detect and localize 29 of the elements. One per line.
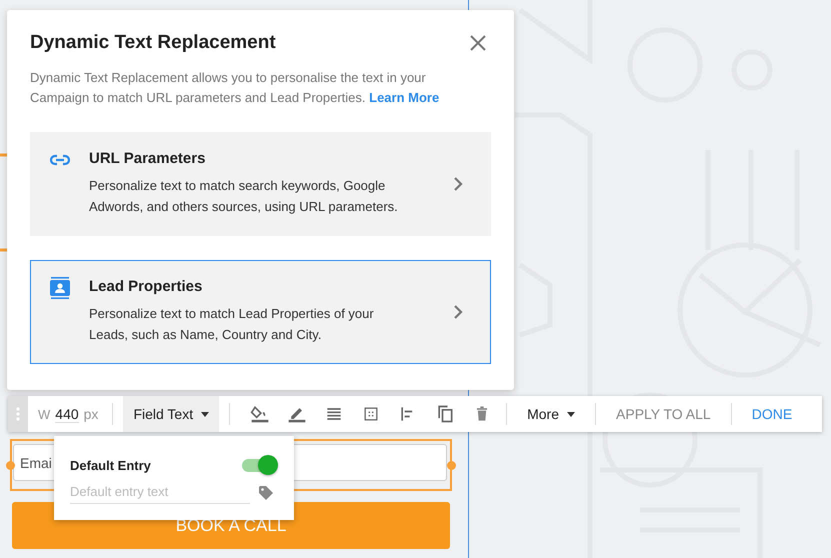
width-field[interactable]: 440 [55, 406, 79, 422]
option-card[interactable]: URL Parameters Personalize text to match search keywords, Google Adwords, and others sources, using URL parameters. [30, 132, 491, 236]
apply-to-all-button[interactable]: APPLY TO ALL [596, 406, 731, 422]
resize-handle[interactable] [447, 461, 456, 470]
caret-icon [201, 412, 210, 416]
paint-bucket-icon[interactable] [250, 404, 270, 424]
drag-handle[interactable] [8, 396, 28, 432]
unit-label: px [84, 406, 98, 422]
done-button[interactable]: DONE [732, 406, 812, 422]
chevron-right-icon [452, 304, 464, 320]
default-entry-label: Default Entry [70, 458, 151, 472]
contact-card-icon [49, 277, 71, 299]
dialog-description: Dynamic Text Replacement allows you to personalise the text in your Campaign to match URL parameters and Lead Properties. Learn More [30, 69, 440, 107]
chevron-right-icon [452, 176, 464, 192]
option-description: Personalize text to match search keywords, Google Adwords, and others sources, using URL parameters. [89, 177, 399, 216]
learn-more-link[interactable]: Learn More [369, 90, 440, 105]
option-title: Lead Properties [89, 278, 204, 295]
option-description: Personalize text to match Lead Properties of your Leads, such as Name, Country and City. [89, 305, 375, 344]
caret-icon [567, 412, 576, 416]
option-card[interactable]: Lead Properties Personalize text to match Lead Properties of your Leads, such as Name, Country and City. [30, 260, 491, 364]
tag-icon[interactable] [258, 485, 274, 501]
width-label: W [38, 406, 50, 422]
option-title: URL Parameters [89, 150, 206, 167]
toggle-switch[interactable] [242, 454, 278, 476]
more-dropdown[interactable]: More [507, 406, 596, 422]
field-text-dropdown[interactable]: Field Text [123, 396, 220, 432]
close-button[interactable] [469, 34, 487, 52]
resize-handle[interactable] [6, 461, 15, 470]
dialog-title: Dynamic Text Replacement [30, 32, 276, 54]
